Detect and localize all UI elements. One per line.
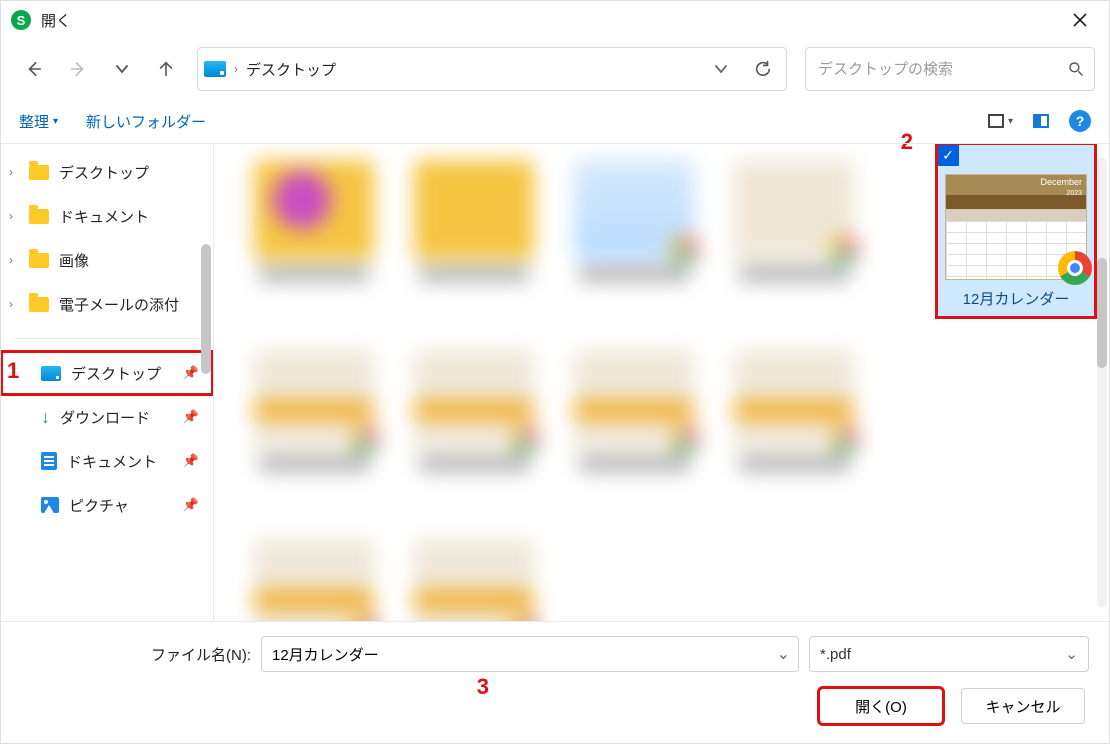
desktop-icon [41, 366, 61, 381]
desktop-location-icon [204, 61, 226, 77]
title-bar: S 開く [1, 1, 1109, 39]
pin-icon: 📌 [183, 409, 199, 425]
search-icon [1068, 61, 1084, 77]
refresh-button[interactable] [746, 52, 780, 86]
filename-label: ファイル名(N): [151, 644, 251, 665]
window-close-button[interactable] [1057, 1, 1103, 39]
filter-value: *.pdf [820, 646, 851, 663]
thumb-month: December [1040, 177, 1082, 187]
filename-field-wrapper[interactable]: ⌄ [261, 636, 799, 672]
recent-dropdown[interactable] [103, 50, 141, 88]
up-button[interactable] [147, 50, 185, 88]
arrow-right-icon [69, 60, 87, 78]
nav-row: › デスクトップ [1, 39, 1109, 99]
chevron-down-icon[interactable]: ⌄ [777, 644, 790, 664]
close-icon [1073, 13, 1087, 27]
picture-icon [41, 497, 59, 513]
caret-down-icon: ▾ [1008, 116, 1013, 127]
back-button[interactable] [15, 50, 53, 88]
pin-icon: 📌 [183, 453, 199, 469]
refresh-icon [754, 60, 772, 78]
tree-item-documents[interactable]: › ドキュメント [1, 194, 213, 238]
breadcrumb[interactable]: デスクトップ [246, 59, 336, 80]
caret-down-icon: ▾ [53, 116, 58, 127]
quick-access-label: ピクチャ [69, 495, 129, 516]
tree-item-pictures[interactable]: › 画像 [1, 238, 213, 282]
folder-icon [29, 165, 49, 180]
quick-access-label: ドキュメント [67, 451, 157, 472]
search-input[interactable] [816, 60, 1068, 79]
pin-icon: 📌 [183, 365, 199, 381]
tree-item-desktop[interactable]: › デスクトップ [1, 150, 213, 194]
chevron-right-icon: › [9, 209, 13, 223]
forward-button[interactable] [59, 50, 97, 88]
folder-icon [29, 253, 49, 268]
quick-access-documents[interactable]: ドキュメント 📌 [1, 439, 213, 483]
chevron-down-icon [115, 62, 129, 76]
preview-pane-button[interactable] [1033, 114, 1049, 128]
organize-menu[interactable]: 整理 ▾ [19, 111, 58, 132]
arrow-left-icon [25, 60, 43, 78]
path-dropdown-button[interactable] [704, 52, 738, 86]
file-type-filter[interactable]: *.pdf ⌄ [809, 636, 1089, 672]
pin-icon: 📌 [183, 497, 199, 513]
quick-access-downloads[interactable]: ↓ ダウンロード 📌 [1, 395, 213, 439]
file-area-scrollbar[interactable] [1097, 158, 1107, 607]
toolbar: 整理 ▾ 新しいフォルダー ▾ ? 2 [1, 99, 1109, 143]
quick-access-label: ダウンロード [60, 407, 150, 428]
arrow-up-icon [157, 60, 175, 78]
annotation-3: 3 [477, 674, 489, 710]
file-item-selected[interactable]: ✓ December 2023 12月カレンダー [937, 144, 1095, 317]
download-icon: ↓ [41, 407, 50, 428]
tree-item-label: デスクトップ [59, 162, 149, 183]
sidebar-separator [15, 338, 199, 339]
thumb-year: 2023 [1066, 190, 1082, 197]
organize-label: 整理 [19, 111, 49, 132]
filename-input[interactable] [270, 645, 777, 664]
chrome-badge-icon [1058, 251, 1092, 285]
quick-access-label: デスクトップ [71, 363, 161, 384]
chevron-right-icon: › [9, 297, 13, 311]
sidebar: › デスクトップ › ドキュメント › 画像 › 電子メールの添付 [1, 144, 214, 621]
view-square-icon [988, 114, 1004, 128]
chevron-right-icon: › [9, 165, 13, 179]
folder-icon [29, 209, 49, 224]
document-icon [41, 452, 57, 470]
search-box[interactable] [805, 47, 1095, 91]
tree-item-label: 画像 [59, 250, 89, 271]
preview-pane-icon [1033, 114, 1049, 128]
dialog-body: › デスクトップ › ドキュメント › 画像 › 電子メールの添付 [1, 143, 1109, 621]
quick-access-desktop[interactable]: デスクトップ 📌 [1, 351, 213, 395]
address-bar[interactable]: › デスクトップ [197, 47, 787, 91]
app-icon: S [11, 10, 31, 30]
folder-icon [29, 297, 49, 312]
chevron-right-icon: › [9, 253, 13, 267]
file-grid-area[interactable]: ✓ December 2023 12月カレンダー [214, 144, 1109, 621]
view-mode-button[interactable]: ▾ [988, 114, 1013, 128]
file-open-dialog: S 開く › デスクトップ [0, 0, 1110, 744]
bottom-panel: ファイル名(N): ⌄ *.pdf ⌄ 3 開く(O) キャンセル [1, 621, 1109, 741]
tree-item-email-attachments[interactable]: › 電子メールの添付 [1, 282, 213, 326]
tree-item-label: ドキュメント [59, 206, 149, 227]
sidebar-scrollbar[interactable] [201, 244, 211, 374]
chevron-down-icon: ⌄ [1065, 645, 1078, 663]
selection-check-icon: ✓ [937, 144, 959, 166]
file-name-label: 12月カレンダー [937, 286, 1095, 311]
open-button[interactable]: 開く(O) [819, 688, 943, 724]
path-separator-icon: › [234, 62, 238, 76]
blurred-thumbnails [244, 154, 919, 611]
help-button[interactable]: ? [1069, 110, 1091, 132]
file-thumbnail: December 2023 [945, 174, 1087, 280]
window-title: 開く [41, 10, 71, 31]
quick-access-pictures[interactable]: ピクチャ 📌 [1, 483, 213, 527]
tree-item-label: 電子メールの添付 [59, 294, 179, 315]
new-folder-button[interactable]: 新しいフォルダー [86, 111, 206, 132]
chevron-down-icon [714, 62, 728, 76]
cancel-button[interactable]: キャンセル [961, 688, 1085, 724]
